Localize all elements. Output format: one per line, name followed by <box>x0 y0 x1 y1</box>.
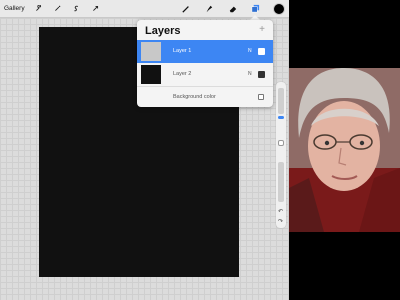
blend-mode-button[interactable]: N <box>248 71 252 77</box>
gallery-button[interactable]: Gallery <box>4 0 25 17</box>
brush-size-thumb[interactable] <box>278 116 284 119</box>
side-toolbar: ↶ ↷ <box>276 82 286 228</box>
layers-title: Layers <box>145 25 181 37</box>
undo-icon[interactable]: ↶ <box>278 208 283 215</box>
transform-icon[interactable] <box>91 0 100 17</box>
smudge-icon[interactable] <box>204 0 214 17</box>
redo-icon[interactable]: ↷ <box>278 218 283 225</box>
layer-thumbnail <box>141 42 161 61</box>
opacity-slider[interactable] <box>278 162 284 202</box>
brush-size-slider[interactable] <box>278 88 284 114</box>
eraser-icon[interactable] <box>228 0 238 17</box>
background-color-row[interactable]: Background color <box>137 87 273 107</box>
color-icon[interactable] <box>273 0 285 17</box>
add-layer-button[interactable]: + <box>259 24 265 35</box>
top-toolbar: Gallery <box>0 0 289 18</box>
layer-row-layer-1[interactable]: Layer 1 N <box>137 40 273 63</box>
visibility-checkbox[interactable] <box>258 48 265 55</box>
selection-icon[interactable] <box>72 0 81 17</box>
layer-thumbnail <box>141 65 161 84</box>
procreate-app: Gallery ↶ ↷ Layers + Layer 1 N Layer 2 N… <box>0 0 289 300</box>
layer-name: Layer 1 <box>173 48 192 54</box>
background-color-label: Background color <box>173 94 216 100</box>
brush-icon[interactable] <box>181 0 191 17</box>
layer-name: Layer 2 <box>173 71 192 77</box>
magic-wand-icon[interactable] <box>53 0 62 17</box>
layer-row-layer-2[interactable]: Layer 2 N <box>137 63 273 87</box>
background-visibility-checkbox[interactable] <box>258 94 264 100</box>
blend-mode-button[interactable]: N <box>248 48 252 54</box>
modify-button[interactable] <box>278 140 284 146</box>
layers-panel: Layers + Layer 1 N Layer 2 N Background … <box>137 20 273 107</box>
visibility-checkbox[interactable] <box>258 71 265 78</box>
color-swatch[interactable] <box>273 2 285 15</box>
wrench-icon[interactable] <box>34 0 43 17</box>
webcam-feed <box>289 68 400 232</box>
